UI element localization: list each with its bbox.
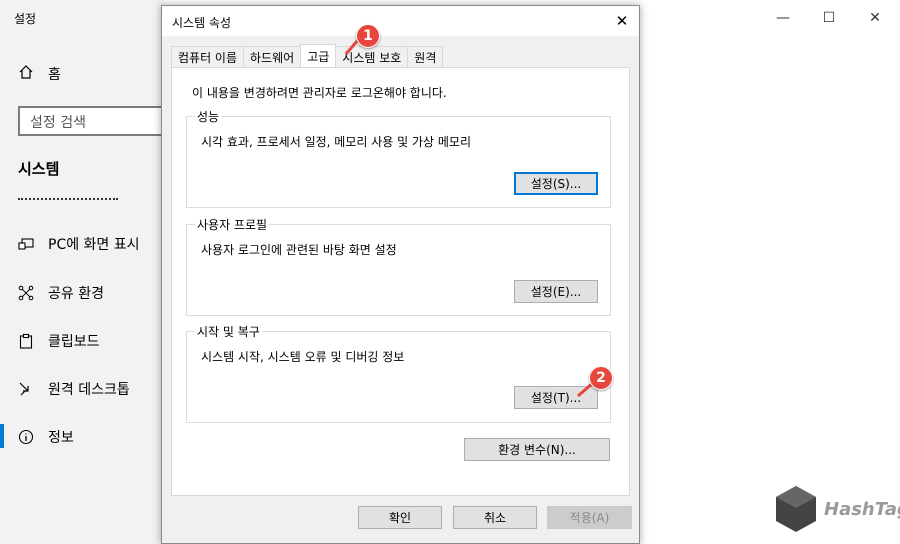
home-icon [18,64,34,84]
environment-variables-button[interactable]: 환경 변수(N)... [464,438,610,461]
nav-item-label: 원격 데스크톱 [48,382,130,398]
performance-settings-button[interactable]: 설정(S)... [514,172,598,195]
nav-item-label: 공유 환경 [48,286,104,302]
user-profiles-group: 사용자 프로필 사용자 로그인에 관련된 바탕 화면 설정 설정(E)... [186,216,611,316]
share-icon [18,285,34,301]
step2-badge: 2 [589,366,613,390]
watermark-text: HashTag [824,498,900,520]
nav-item-project[interactable]: PC에 화면 표시 [18,234,140,254]
cancel-button[interactable]: 취소 [453,506,537,529]
cut-off-nav-item [18,198,118,202]
user-profiles-settings-button[interactable]: 설정(E)... [514,280,598,303]
clipboard-icon [18,333,34,349]
watermark: HashTag [774,484,900,534]
step1-badge: 1 [356,24,380,48]
tab-hardware[interactable]: 하드웨어 [243,46,302,67]
nav-item-remote[interactable]: 원격 데스크톱 [18,379,130,399]
project-icon [18,236,34,252]
dialog-title: 시스템 속성 [172,16,232,30]
nav-item-clipboard[interactable]: 클립보드 [18,331,100,351]
section-title: 시스템 [18,160,60,178]
remote-desktop-icon [18,381,34,397]
hashtag-logo-icon [776,486,816,532]
admin-note: 이 내용을 변경하려면 관리자로 로그온해야 합니다. [192,86,447,100]
app-title: 설정 [14,12,37,26]
nav-item-shared[interactable]: 공유 환경 [18,283,104,303]
nav-home-label: 홈 [48,67,61,83]
ok-button[interactable]: 확인 [358,506,442,529]
system-properties-dialog: 시스템 속성 ✕ 컴퓨터 이름 하드웨어 고급 시스템 보호 원격 이 내용을 … [161,5,640,544]
user-profiles-description: 사용자 로그인에 관련된 바탕 화면 설정 [201,243,397,257]
settings-sidebar: 설정 홈 설정 검색 시스템 PC에 화면 표시 공유 환경 클립보드 원격 데… [0,0,168,544]
advanced-tab-panel: 이 내용을 변경하려면 관리자로 로그온해야 합니다. 성능 시각 효과, 프로… [171,67,630,496]
close-button[interactable]: ✕ [852,6,898,30]
performance-label: 성능 [195,108,222,125]
nav-item-about[interactable]: 정보 [18,427,74,447]
info-icon [18,429,34,445]
performance-description: 시각 효과, 프로세서 일정, 메모리 사용 및 가상 메모리 [201,135,471,149]
dialog-titlebar: 시스템 속성 ✕ [162,6,639,36]
nav-item-label: 정보 [48,430,74,446]
nav-home[interactable]: 홈 [18,64,61,84]
active-indicator [0,424,4,448]
startup-recovery-label: 시작 및 복구 [195,323,262,340]
nav-item-label: PC에 화면 표시 [48,237,140,253]
performance-group: 성능 시각 효과, 프로세서 일정, 메모리 사용 및 가상 메모리 설정(S)… [186,108,611,208]
nav-item-label: 클립보드 [48,334,100,350]
minimize-button[interactable]: — [760,6,806,30]
search-input[interactable]: 설정 검색 [18,106,168,136]
startup-recovery-description: 시스템 시작, 시스템 오류 및 디버깅 정보 [201,350,405,364]
maximize-button[interactable]: ☐ [806,6,852,30]
tab-computer-name[interactable]: 컴퓨터 이름 [171,46,245,67]
tab-strip: 컴퓨터 이름 하드웨어 고급 시스템 보호 원격 [171,44,444,67]
user-profiles-label: 사용자 프로필 [195,216,270,233]
apply-button[interactable]: 적용(A) [547,506,632,529]
startup-recovery-group: 시작 및 복구 시스템 시작, 시스템 오류 및 디버깅 정보 설정(T)... [186,323,611,423]
tab-advanced[interactable]: 고급 [300,44,337,67]
dialog-close-button[interactable]: ✕ [611,10,633,32]
tab-remote[interactable]: 원격 [407,46,444,67]
